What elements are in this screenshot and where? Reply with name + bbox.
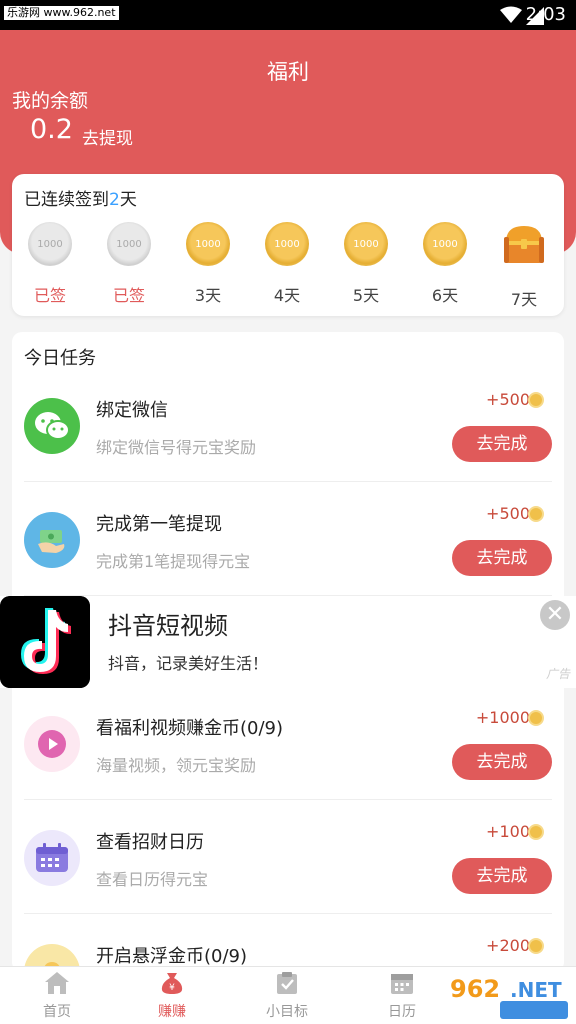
complete-task-button[interactable]: 去完成 xyxy=(452,540,552,576)
coin-icon xyxy=(528,506,544,522)
task-item: 开启悬浮金币(0/9) +200 xyxy=(12,914,564,972)
tab-home[interactable]: 首页 xyxy=(17,971,97,1021)
complete-task-button[interactable]: 去完成 xyxy=(452,858,552,894)
signin-day-7[interactable]: 7天 xyxy=(494,222,554,310)
close-icon[interactable]: ✕ xyxy=(540,600,570,630)
treasure-chest-icon xyxy=(504,226,544,263)
tab-goals[interactable]: 小目标 xyxy=(247,971,327,1021)
svg-text:962: 962 xyxy=(450,975,500,1003)
task-desc: 海量视频，领元宝奖励 xyxy=(96,756,257,775)
coin-icon: 1000 xyxy=(423,222,467,266)
signin-day-3[interactable]: 1000 3天 xyxy=(178,222,238,306)
signin-day-label: 3天 xyxy=(194,286,222,305)
signin-streak: 已连续签到2天 xyxy=(24,185,137,210)
task-reward: +200 xyxy=(486,936,530,955)
calendar-icon xyxy=(391,974,413,994)
signin-card: 已连续签到2天 1000 已签 1000 已签 1000 3天 1000 4天 … xyxy=(12,174,564,316)
signin-day-label: 6天 xyxy=(431,286,459,305)
tiktok-icon xyxy=(0,596,90,688)
signin-day-1[interactable]: 1000 已签 xyxy=(20,222,80,306)
money-bag-icon: ¥ xyxy=(161,973,183,994)
calendar-icon xyxy=(24,830,80,886)
coin-icon xyxy=(528,710,544,726)
task-item: 绑定微信 绑定微信号得元宝奖励 +500 去完成 xyxy=(12,368,564,482)
signin-day-label: 5天 xyxy=(352,286,380,305)
task-reward: +500 xyxy=(486,390,530,409)
coin-icon xyxy=(528,392,544,408)
coin-icon: 1000 xyxy=(28,222,72,266)
balance-value: 0.2 xyxy=(30,114,73,145)
page-title: 福利 xyxy=(267,60,309,84)
task-item: 查看招财日历 查看日历得元宝 +100 去完成 xyxy=(12,800,564,914)
ad-tag: 广告 xyxy=(545,667,570,681)
clock: 2:03 xyxy=(525,4,566,25)
task-name: 绑定微信 xyxy=(96,400,168,421)
tab-earn[interactable]: ¥ 赚赚 xyxy=(132,971,212,1021)
task-desc: 绑定微信号得元宝奖励 xyxy=(96,438,257,457)
signin-day-label: 已签 xyxy=(33,286,66,305)
signin-day-label: 4天 xyxy=(273,286,301,305)
tab-label: 小目标 xyxy=(266,1004,308,1020)
withdraw-link[interactable]: 去提现 xyxy=(82,124,133,149)
balance-label: 我的余额 xyxy=(12,90,89,112)
signin-day-label: 7天 xyxy=(510,290,538,309)
ad-description: 抖音，记录美好生活！ xyxy=(108,654,269,673)
home-icon xyxy=(45,972,69,994)
task-desc: 查看日历得元宝 xyxy=(96,870,209,889)
svg-text:.NET: .NET xyxy=(510,978,562,1002)
tab-bar: 首页 ¥ 赚赚 小目标 日历 962 .NET xyxy=(0,966,576,1024)
signin-day-4[interactable]: 1000 4天 xyxy=(257,222,317,306)
task-name: 看福利视频赚金币(0/9) xyxy=(96,718,284,739)
signin-day-label: 已签 xyxy=(112,286,145,305)
site-watermark-logo: 962 .NET xyxy=(450,975,568,1019)
coin-icon: 1000 xyxy=(107,222,151,266)
ad-banner[interactable]: 抖音短视频 抖音，记录美好生活！ ✕ 广告 xyxy=(0,596,576,688)
watermark-label: 乐游网 www.962.net xyxy=(4,6,119,20)
checklist-icon xyxy=(277,972,297,994)
task-reward: +100 xyxy=(486,822,530,841)
coin-icon: 1000 xyxy=(344,222,388,266)
svg-text:¥: ¥ xyxy=(169,983,175,993)
streak-prefix: 已连续签到 xyxy=(24,190,109,210)
coin-icon xyxy=(528,824,544,840)
complete-task-button[interactable]: 去完成 xyxy=(452,426,552,462)
task-name: 开启悬浮金币(0/9) xyxy=(96,946,248,967)
tab-label: 首页 xyxy=(43,1004,71,1020)
task-name: 查看招财日历 xyxy=(96,832,204,853)
signin-day-6[interactable]: 1000 6天 xyxy=(415,222,475,306)
task-item: 看福利视频赚金币(0/9) 海量视频，领元宝奖励 +1000 去完成 xyxy=(12,686,564,800)
task-desc: 完成第1笔提现得元宝 xyxy=(96,552,251,571)
coin-icon xyxy=(528,938,544,954)
status-bar: 乐游网 www.962.net 2:03 xyxy=(0,0,576,30)
tasks-heading: 今日任务 xyxy=(24,348,96,369)
streak-suffix: 天 xyxy=(119,190,137,210)
tab-calendar[interactable]: 日历 xyxy=(362,971,442,1021)
task-reward: +500 xyxy=(486,504,530,523)
wifi-icon xyxy=(500,6,522,23)
wechat-icon xyxy=(24,398,80,454)
signin-day-5[interactable]: 1000 5天 xyxy=(336,222,396,306)
task-item: 完成第一笔提现 完成第1笔提现得元宝 +500 去完成 xyxy=(12,482,564,596)
tab-label: 日历 xyxy=(388,1004,416,1020)
complete-task-button[interactable]: 去完成 xyxy=(452,744,552,780)
coin-icon: 1000 xyxy=(186,222,230,266)
ad-title: 抖音短视频 xyxy=(108,612,228,640)
cash-hand-icon xyxy=(24,512,80,568)
task-reward: +1000 xyxy=(475,708,530,727)
signin-day-2[interactable]: 1000 已签 xyxy=(99,222,159,306)
task-name: 完成第一笔提现 xyxy=(96,514,222,535)
coin-icon: 1000 xyxy=(265,222,309,266)
streak-count: 2 xyxy=(109,190,120,210)
play-icon xyxy=(24,716,80,772)
tab-label: 赚赚 xyxy=(158,1004,186,1020)
